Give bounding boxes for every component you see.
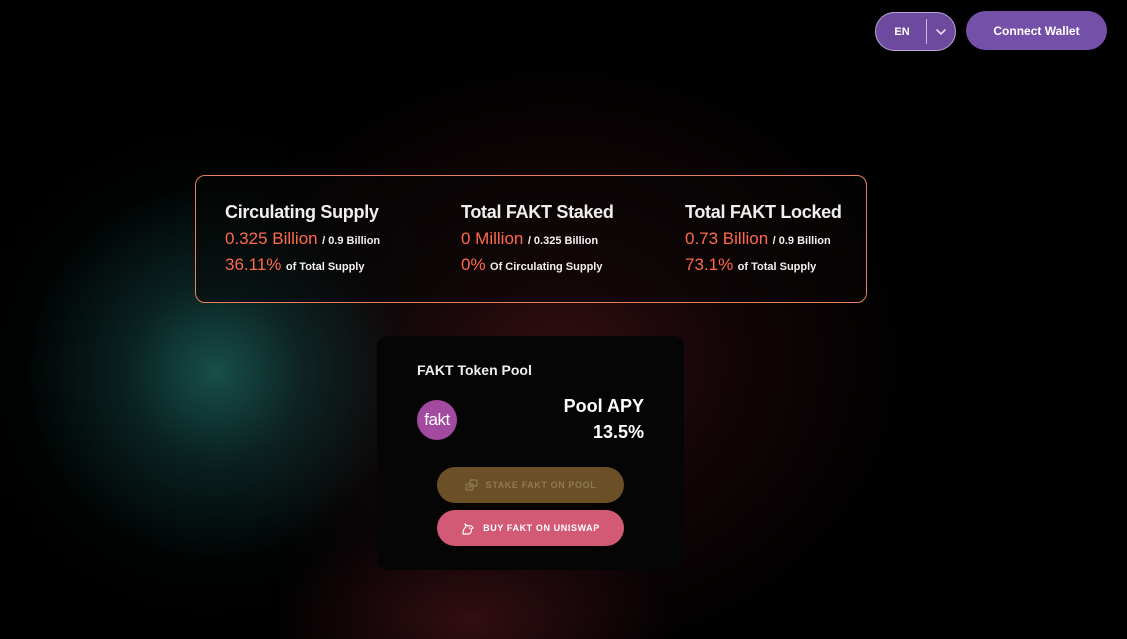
stat-amount-suffix: / 0.9 Billion	[322, 235, 381, 247]
stake-fakt-button-label: STAKE FAKT ON POOL	[485, 480, 597, 490]
buy-fakt-uniswap-button[interactable]: BUY FAKT ON UNISWAP	[437, 510, 624, 546]
stat-percent-line: 36.11% of Total Supply	[225, 255, 380, 277]
stat-percent: 36.11%	[225, 255, 282, 274]
stat-total-staked: Total FAKT Staked 0 Million / 0.325 Bill…	[461, 202, 614, 277]
stat-amount: 0 Million	[461, 229, 524, 248]
connect-wallet-button[interactable]: Connect Wallet	[966, 11, 1107, 50]
stat-amount-line: 0.73 Billion / 0.9 Billion	[685, 229, 842, 251]
pool-title: FAKT Token Pool	[417, 362, 532, 378]
stat-percent-suffix: Of Circulating Supply	[490, 261, 603, 273]
stat-amount: 0.73 Billion	[685, 229, 769, 248]
stat-percent: 73.1%	[685, 255, 734, 274]
stat-amount-line: 0 Million / 0.325 Billion	[461, 229, 614, 251]
coins-stack-icon	[465, 479, 478, 491]
stat-amount: 0.325 Billion	[225, 229, 318, 248]
fakt-logo-text: fakt	[424, 410, 450, 429]
stat-amount-suffix: / 0.325 Billion	[527, 235, 599, 247]
stat-amount-suffix: / 0.9 Billion	[772, 235, 831, 247]
stat-amount-line: 0.325 Billion / 0.9 Billion	[225, 229, 380, 251]
stat-percent-line: 73.1% of Total Supply	[685, 255, 842, 277]
token-pool-card: FAKT Token Pool fakt Pool APY 13.5% STAK…	[377, 336, 684, 570]
stat-percent-suffix: of Total Supply	[737, 261, 817, 273]
stat-percent: 0%	[461, 255, 486, 274]
stat-title: Total FAKT Staked	[461, 202, 614, 222]
buy-fakt-button-label: BUY FAKT ON UNISWAP	[483, 523, 600, 533]
unicorn-icon	[461, 522, 475, 535]
language-selected-label: EN	[894, 25, 910, 38]
stat-percent-suffix: of Total Supply	[285, 261, 365, 273]
chevron-down-icon[interactable]	[927, 28, 955, 36]
stake-fakt-button[interactable]: STAKE FAKT ON POOL	[437, 467, 624, 503]
page-background: EN Connect Wallet Circulating Supply 0.3…	[0, 0, 1127, 639]
stat-circulating-supply: Circulating Supply 0.325 Billion / 0.9 B…	[225, 202, 380, 277]
stat-percent-line: 0% Of Circulating Supply	[461, 255, 614, 277]
pool-apy-value: 13.5%	[592, 422, 644, 442]
stat-title: Total FAKT Locked	[685, 202, 842, 222]
stat-total-locked: Total FAKT Locked 0.73 Billion / 0.9 Bil…	[685, 202, 842, 277]
fakt-logo: fakt	[417, 400, 457, 440]
language-select[interactable]: EN	[875, 12, 956, 51]
supply-stats-card: Circulating Supply 0.325 Billion / 0.9 B…	[195, 175, 867, 303]
pool-apy-label: Pool APY	[563, 396, 644, 416]
stat-title: Circulating Supply	[225, 202, 379, 222]
